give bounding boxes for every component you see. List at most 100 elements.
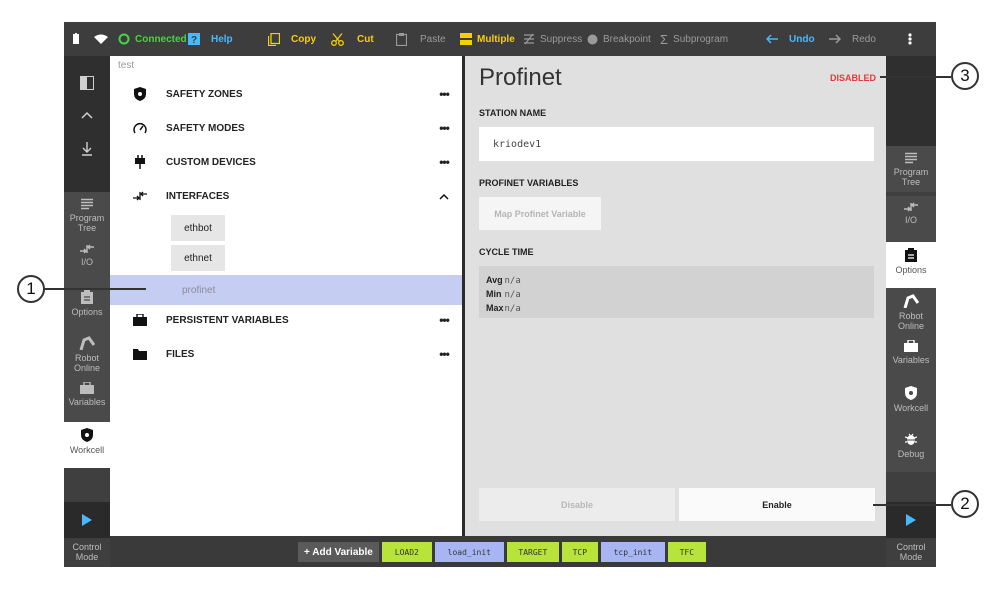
- rnav-debug[interactable]: Debug: [886, 426, 936, 472]
- tree-item-safety-modes[interactable]: SAFETY MODES •••: [114, 115, 458, 141]
- play-icon: [64, 502, 110, 538]
- wifi-icon: [94, 22, 108, 56]
- station-name-field[interactable]: kriodev1: [479, 127, 874, 161]
- right-nav-spacer: [886, 56, 936, 146]
- callout-1: 1: [17, 275, 45, 303]
- interface-ethnet[interactable]: ethnet: [171, 245, 225, 271]
- undo-button[interactable]: Undo: [766, 22, 815, 56]
- variable-chip-load2[interactable]: LOAD2: [381, 542, 432, 562]
- io-arrows-icon: [904, 202, 918, 212]
- more-options-button[interactable]: •••: [430, 87, 458, 101]
- left-nav: Program Tree I/O Options Robot Online Va…: [64, 56, 110, 567]
- nav-robot-online[interactable]: Robot Online: [64, 330, 110, 376]
- briefcase-icon: [114, 314, 166, 326]
- bug-icon: [905, 433, 917, 445]
- nav-variables[interactable]: Variables: [64, 376, 110, 422]
- nav-label: Variables: [68, 397, 106, 407]
- left-control-mode[interactable]: Control Mode: [64, 502, 110, 562]
- nav-program-tree[interactable]: Program Tree: [64, 192, 110, 238]
- io-arrows-icon: [80, 244, 94, 254]
- more-menu-button[interactable]: [908, 22, 912, 56]
- rnav-robot-online[interactable]: Robot Online: [886, 288, 936, 334]
- rnav-workcell[interactable]: Workcell: [886, 380, 936, 426]
- variable-chip-load-init[interactable]: load_init: [434, 542, 504, 562]
- suppress-icon: [524, 33, 534, 45]
- callout-1-line: [44, 288, 146, 290]
- more-options-button[interactable]: •••: [430, 155, 458, 169]
- connected-circle-icon: [118, 33, 130, 45]
- gauge-icon: [114, 122, 166, 134]
- variable-chip-target[interactable]: TARGET: [506, 542, 559, 562]
- nav-label: Variables: [892, 355, 930, 365]
- tree-item-interfaces[interactable]: INTERFACES: [114, 183, 458, 209]
- interface-profinet-selected[interactable]: profinet: [110, 275, 462, 305]
- tree-header: test: [118, 60, 135, 71]
- io-arrows-icon: [114, 191, 166, 201]
- map-profinet-variable-button[interactable]: Map Profinet Variable: [479, 197, 601, 230]
- callout-2-line: [873, 504, 951, 506]
- nav-label: Options: [71, 307, 103, 317]
- variable-chip-tcp-init[interactable]: tcp_init: [600, 542, 665, 562]
- shield-icon: [905, 386, 917, 400]
- callout-3: 3: [951, 62, 979, 90]
- tree-item-custom-devices[interactable]: CUSTOM DEVICES •••: [114, 149, 458, 175]
- subprogram-button[interactable]: Σ Subprogram: [660, 22, 728, 56]
- more-options-button[interactable]: •••: [430, 347, 458, 361]
- nav-label: Workcell: [69, 445, 105, 455]
- download-icon[interactable]: [82, 142, 92, 159]
- variable-chip-tcp[interactable]: TCP: [561, 542, 598, 562]
- robot-arm-icon: [903, 294, 919, 308]
- breakpoint-label: Breakpoint: [603, 33, 651, 45]
- cycle-time-label: CYCLE TIME: [479, 247, 534, 257]
- rnav-io[interactable]: I/O: [886, 196, 936, 242]
- nav-options[interactable]: Options: [64, 284, 110, 330]
- tree-item-files[interactable]: FILES •••: [114, 341, 458, 367]
- rnav-variables[interactable]: Variables: [886, 334, 936, 380]
- redo-button[interactable]: Redo: [829, 22, 876, 56]
- briefcase-icon: [904, 340, 918, 352]
- paste-button[interactable]: Paste: [396, 22, 446, 56]
- connection-status[interactable]: Connected: [118, 22, 187, 56]
- tree-item-persistent-variables[interactable]: PERSISTENT VARIABLES •••: [114, 307, 458, 333]
- rnav-program-tree[interactable]: Program Tree: [886, 146, 936, 192]
- control-mode-label: Control Mode: [896, 542, 926, 562]
- undo-label: Undo: [789, 33, 815, 45]
- right-control-mode[interactable]: Control Mode: [886, 502, 936, 562]
- help-button[interactable]: ? Help: [188, 22, 233, 56]
- breakpoint-button[interactable]: Breakpoint: [587, 22, 651, 56]
- interface-ethbot[interactable]: ethbot: [171, 215, 225, 241]
- clipboard-icon: [905, 248, 917, 262]
- chevron-up-icon[interactable]: [81, 110, 93, 122]
- chevron-up-icon[interactable]: [430, 189, 458, 203]
- disable-button[interactable]: Disable: [479, 488, 675, 521]
- nav-workcell[interactable]: Workcell: [64, 422, 110, 468]
- tree-item-safety-zones[interactable]: SAFETY ZONES •••: [114, 81, 458, 107]
- more-options-button[interactable]: •••: [430, 121, 458, 135]
- interface-profinet-label: profinet: [182, 285, 216, 296]
- copy-label: Copy: [291, 33, 316, 45]
- variable-chips: + Add Variable LOAD2 load_init TARGET TC…: [298, 542, 706, 562]
- control-mode-label: Control Mode: [72, 542, 102, 562]
- multiple-button[interactable]: Multiple: [460, 22, 515, 56]
- add-variable-button[interactable]: + Add Variable: [298, 542, 379, 562]
- enable-button[interactable]: Enable: [679, 488, 875, 521]
- nav-label: I/O: [904, 215, 917, 225]
- tree-item-label: SAFETY ZONES: [166, 88, 243, 100]
- rnav-options[interactable]: Options: [886, 242, 936, 288]
- nav-io[interactable]: I/O: [64, 238, 110, 284]
- copy-button[interactable]: Copy: [268, 22, 316, 56]
- sigma-icon: Σ: [660, 31, 669, 47]
- briefcase-icon: [80, 382, 94, 394]
- svg-text:?: ?: [191, 35, 197, 45]
- variable-chip-tfc[interactable]: TFC: [667, 542, 706, 562]
- tree-item-label: INTERFACES: [166, 190, 230, 202]
- nav-label: I/O: [80, 257, 93, 267]
- panel-toggle-icon[interactable]: [79, 75, 95, 93]
- multiple-label: Multiple: [477, 33, 515, 45]
- vertical-dots-icon: [908, 33, 912, 45]
- cut-button[interactable]: Cut: [331, 22, 374, 56]
- suppress-button[interactable]: Suppress: [523, 22, 582, 56]
- more-options-button[interactable]: •••: [430, 313, 458, 327]
- copy-icon: [268, 32, 280, 46]
- cycle-time-box: Avg n/a Min n/a Max n/a: [479, 266, 874, 318]
